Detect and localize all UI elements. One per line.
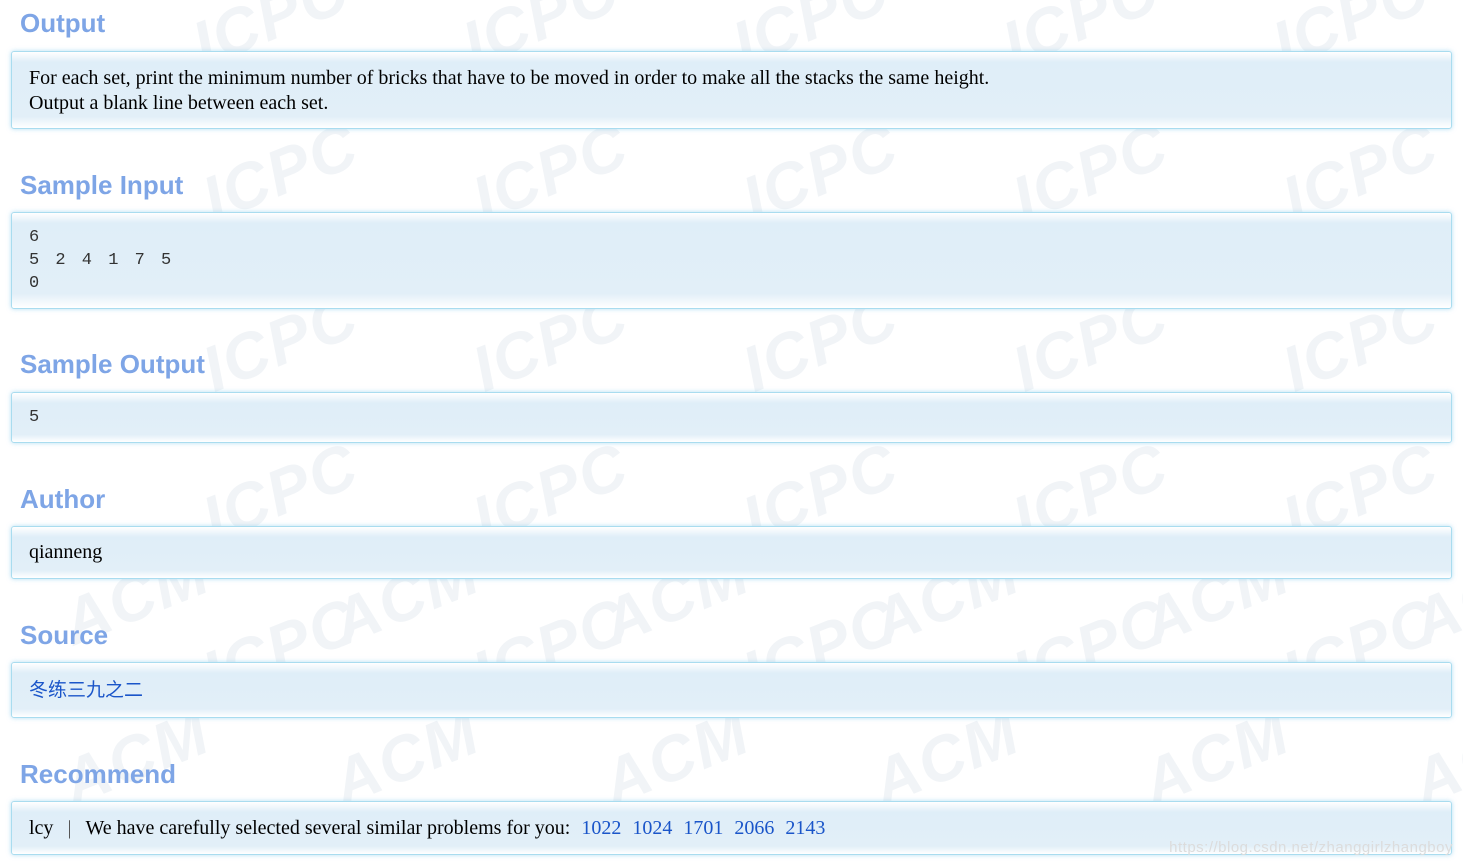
author-heading: Author: [20, 484, 106, 514]
recommend-problem-link[interactable]: 1022: [581, 817, 621, 839]
sample-input-panel[interactable]: 6 5 2 4 1 7 5 0: [11, 212, 1452, 309]
recommend-separator: |: [67, 817, 72, 839]
author-name: qianneng: [29, 541, 103, 563]
sample-input-line: 0: [29, 274, 40, 293]
recommend-text: We have carefully selected several simil…: [85, 817, 571, 839]
output-panel: For each set, print the minimum number o…: [11, 51, 1452, 129]
recommend-problem-link[interactable]: 2066: [734, 817, 774, 839]
sample-input-line: 6: [29, 228, 40, 247]
author-panel: qianneng: [11, 526, 1452, 579]
sample-output-panel[interactable]: 5: [11, 392, 1452, 443]
recommend-user: lcy: [29, 817, 54, 839]
recommend-problem-link[interactable]: 1024: [632, 817, 672, 839]
recommend-heading: Recommend: [20, 759, 177, 789]
output-description-line-2: Output a blank line between each set.: [29, 92, 329, 114]
output-heading: Output: [20, 8, 106, 38]
sample-input-heading: Sample Input: [20, 170, 184, 200]
blog-url-watermark: https://blog.csdn.net/zhanggirlzhangboy: [1169, 839, 1453, 856]
sample-input-line: 5 2 4 1 7 5: [29, 251, 172, 270]
source-link[interactable]: 冬练三九之二: [29, 679, 143, 701]
sample-output-line: 5: [29, 408, 40, 427]
sample-output-heading: Sample Output: [20, 349, 205, 379]
recommend-problem-link[interactable]: 2143: [785, 817, 825, 839]
recommend-problem-link[interactable]: 1701: [683, 817, 723, 839]
output-description-line-1: For each set, print the minimum number o…: [29, 67, 990, 89]
source-heading: Source: [20, 620, 109, 650]
source-panel: 冬练三九之二: [11, 662, 1452, 718]
